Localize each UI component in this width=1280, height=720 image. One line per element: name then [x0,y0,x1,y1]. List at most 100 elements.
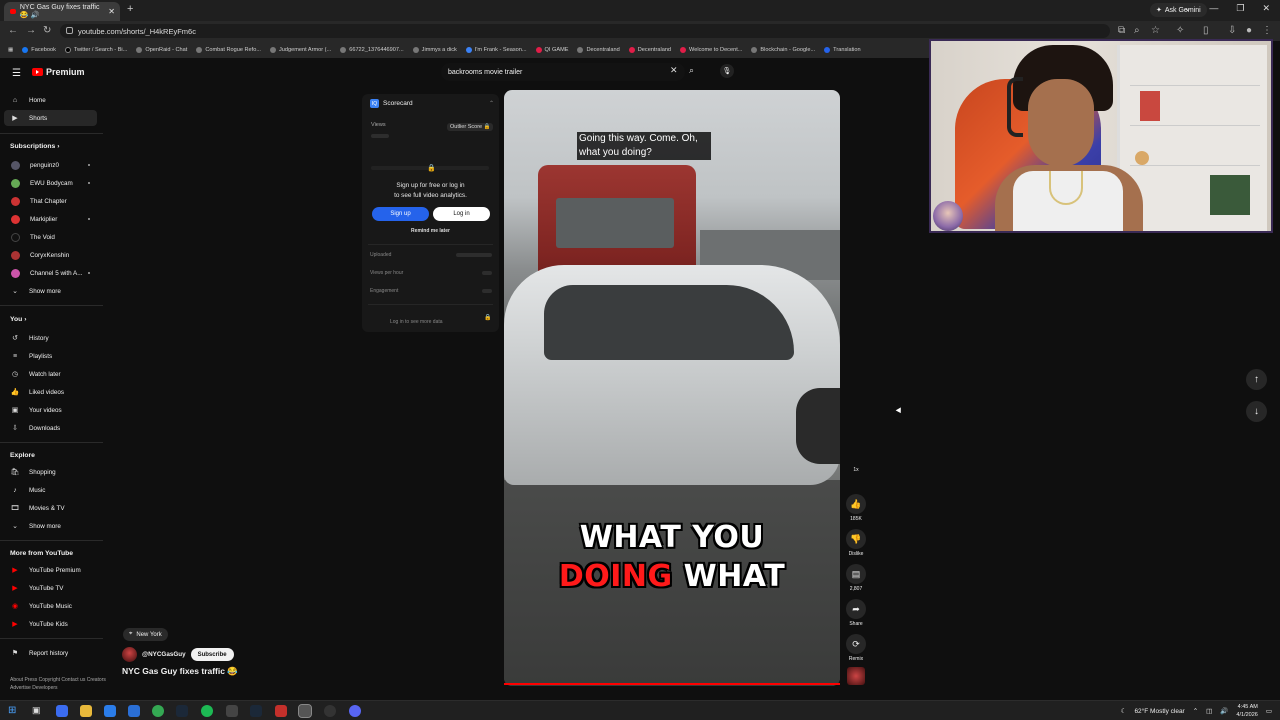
network-icon[interactable]: ◫ [1206,707,1212,715]
reload-button[interactable]: ↻ [43,25,51,36]
app-icon[interactable] [275,705,287,717]
sidebar-item-playlists[interactable]: ≡ Playlists [4,348,97,364]
sign-up-button[interactable]: Sign up [372,207,429,221]
back-button[interactable]: ← [8,25,18,36]
bookmark-item[interactable]: Facebook [22,46,56,53]
location-chip[interactable]: ⌖ New York [123,628,168,641]
show-more-subscriptions[interactable]: ⌄ Show more [4,283,97,299]
steam-icon[interactable] [250,705,262,717]
sidebar-item-shorts[interactable]: ▶ Shorts [4,110,97,126]
install-icon[interactable]: ⧉ [1118,25,1125,36]
microphone-icon[interactable]: 🎙 [720,64,734,78]
sidebar-item-youtube-premium[interactable]: ▶ YouTube Premium [4,562,97,578]
sidebar-channel[interactable]: Markiplier [4,211,97,227]
shorts-video-player[interactable]: Going this way. Come. Oh, what you doing… [504,90,840,686]
share-button[interactable]: ➦ Share [845,599,867,627]
start-windows-icon[interactable]: ⊞ [8,705,16,716]
outlier-score-label[interactable]: Outlier Score 🔒 [447,123,494,131]
subscribe-button[interactable]: Subscribe [190,648,234,661]
extensions-icon[interactable]: ✧ [1176,25,1184,36]
channel-handle[interactable]: @NYCGasGuy [142,651,186,658]
bookmark-item[interactable]: Decentraland [628,46,671,53]
bookmark-item[interactable]: Blockchain - Google... [751,46,815,53]
spotify-icon[interactable] [201,705,213,717]
chrome-icon[interactable] [152,705,164,717]
obs-icon[interactable] [324,705,336,717]
active-browser-icon[interactable] [298,704,312,718]
sidebar-footer-links[interactable]: About Press Copyright Contact us Creator… [10,676,110,692]
edge-icon[interactable] [104,705,116,717]
sidebar-item-liked-videos[interactable]: 👍 Liked videos [4,384,97,400]
search-icon[interactable]: ⌕ [689,65,694,76]
like-button[interactable]: 👍 185K [845,494,867,522]
clear-search-icon[interactable]: ✕ [670,65,678,76]
sidebar-item-youtube-music[interactable]: ◉ YouTube Music [4,598,97,614]
sidebar-item-home[interactable]: ⌂ Home [4,92,97,108]
youtube-premium-logo[interactable]: Premium [32,67,85,77]
sidebar-item-report-history[interactable]: ⚑ Report history [4,645,97,661]
bookmark-item[interactable]: Combat Rogue Refo... [196,46,261,53]
sidebar-channel[interactable]: Channel 5 with A... [4,265,97,281]
sidebar-item-youtube-tv[interactable]: ▶ YouTube TV [4,580,97,596]
video-title[interactable]: NYC Gas Guy fixes traffic 😂 [122,666,238,677]
restore-button[interactable]: ❐ [1236,3,1244,14]
sidebar-item-downloads[interactable]: ⇩ Downloads [4,420,97,436]
sidepanel-icon[interactable]: ▯ [1203,25,1209,36]
discord-icon[interactable] [349,705,361,717]
bookmark-star-icon[interactable]: ☆ [1151,25,1160,36]
steam-icon[interactable] [176,705,188,717]
sidebar-item-shopping[interactable]: 🛍 Shopping [4,464,97,480]
minimize-button[interactable]: — [1209,3,1218,14]
sidebar-item-history[interactable]: ↺ History [4,330,97,346]
store-icon[interactable] [128,705,140,717]
dislike-button[interactable]: 👎 Dislike [845,529,867,557]
copilot-icon[interactable] [56,705,68,717]
remix-button[interactable]: ⟳ Remix [845,634,867,662]
log-in-button[interactable]: Log in [433,207,490,221]
file-explorer-icon[interactable] [80,705,92,717]
new-tab-button[interactable]: + [127,3,133,15]
task-view-icon[interactable]: ▣ [32,705,41,716]
bookmark-item[interactable]: Jimmys a dick [412,46,457,53]
app-icon[interactable] [226,705,238,717]
bookmark-item[interactable]: 66722_1376446907... [340,46,404,53]
bookmark-item[interactable]: I'm Frank - Season... [465,46,527,53]
remind-me-later-link[interactable]: Remind me later [362,228,499,234]
video-progress-bar[interactable] [504,683,840,685]
notifications-icon[interactable]: ▭ [1266,707,1272,715]
browser-tab-active[interactable]: NYC Gas Guy fixes traffic 😂 🔊 ✕ [4,2,120,21]
login-more-data[interactable]: Log in to see more data [390,319,512,325]
hamburger-menu-icon[interactable]: ☰ [12,68,21,79]
sidebar-channel[interactable]: CoryxKenshin [4,247,97,263]
sidebar-item-movies-tv[interactable]: 🎞 Movies & TV [4,500,97,516]
sidebar-channel[interactable]: penguinz0 [4,157,97,173]
clock[interactable]: 4:45 AM 4/1/2026 [1236,703,1257,719]
previous-short-button[interactable]: ↑ [1246,369,1267,390]
playback-speed-button[interactable]: 1x [845,467,867,473]
channel-avatar[interactable] [122,647,137,662]
sidebar-item-music[interactable]: ♪ Music [4,482,97,498]
bookmark-item[interactable]: QI GAME [535,46,568,53]
comments-button[interactable]: ▤ 2,807 [845,564,867,592]
profile-avatar[interactable]: ● [1246,25,1252,36]
bookmark-item[interactable]: OpenRaid - Chat [136,46,187,53]
show-more-explore[interactable]: ⌄ Show more [4,518,97,534]
tray-overflow-icon[interactable]: ⌃ [1193,707,1198,715]
collapse-chevron-icon[interactable]: ⌃ [489,100,494,107]
bookmark-item[interactable]: Welcome to Decent... [680,46,742,53]
browser-menu-icon[interactable]: ⋮ [1262,25,1272,36]
weather-text[interactable]: 62°F Mostly clear [1134,708,1184,715]
bookmark-item[interactable]: Decentraland [577,46,620,53]
address-bar[interactable]: youtube.com/shorts/_H4kREyFm6c [60,24,1110,38]
sidebar-item-your-videos[interactable]: ▣ Your videos [4,402,97,418]
sidebar-channel[interactable]: EWU Bodycam [4,175,97,191]
subscriptions-header[interactable]: Subscriptions › [10,143,59,150]
sidebar-item-watch-later[interactable]: ◷ Watch later [4,366,97,382]
close-window-button[interactable]: ✕ [1262,3,1270,14]
tab-search-icon[interactable]: ⌄ [1184,3,1192,14]
you-header[interactable]: You › [10,316,27,323]
bookmark-item[interactable]: Twitter / Search - Bi... [64,46,127,53]
search-input[interactable]: backrooms movie trailer [441,63,685,81]
downloads-icon[interactable]: ⇩ [1228,25,1236,36]
site-info-icon[interactable] [66,27,73,34]
